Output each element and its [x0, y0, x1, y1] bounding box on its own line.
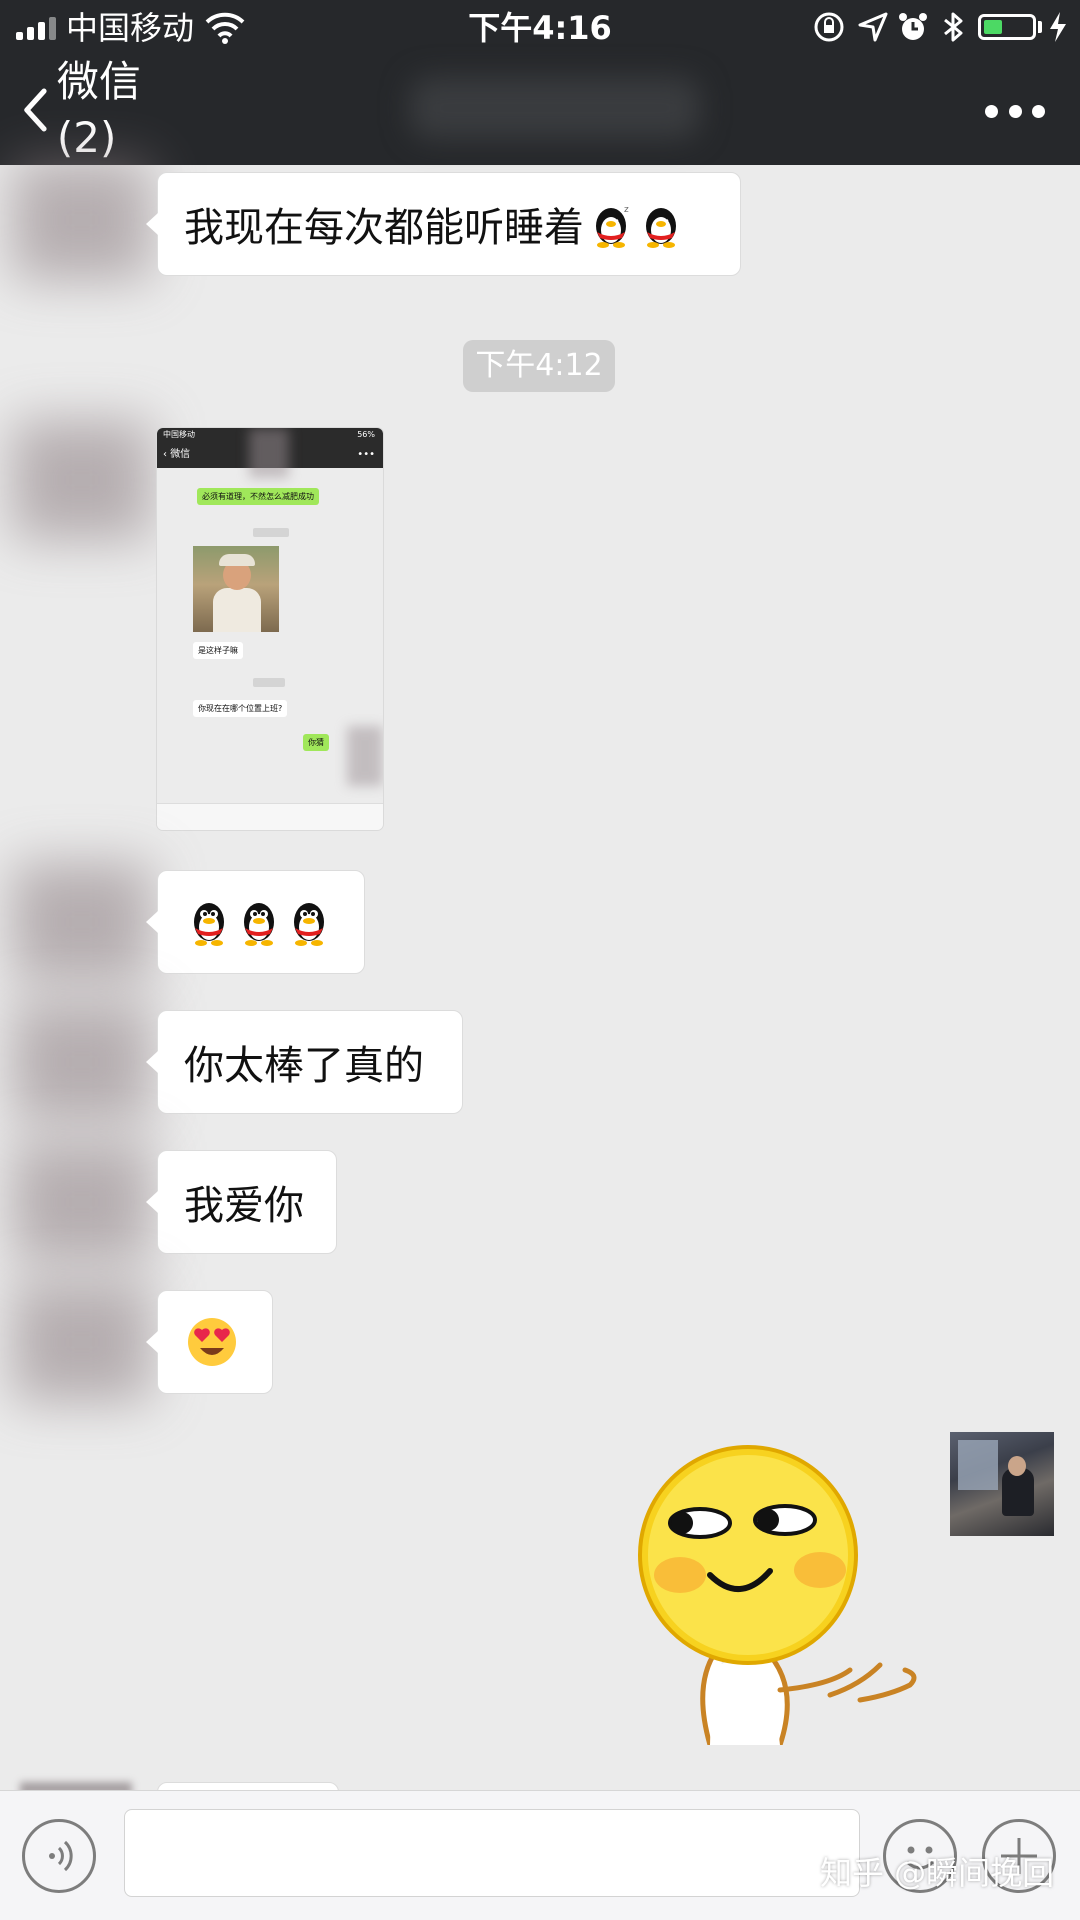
back-label: 微信(2) [56, 57, 141, 162]
emoji-message-bubble[interactable] [146, 870, 365, 974]
voice-icon [49, 1840, 73, 1872]
chat-title-redacted [410, 77, 700, 139]
status-bar: 中国移动 下午4:16 [0, 0, 1080, 55]
message-bubble[interactable]: 我现在每次都能听睡着 z [146, 172, 741, 276]
location-icon [858, 12, 888, 42]
voice-input-button[interactable] [22, 1819, 96, 1893]
message-timestamp: 下午4:12 [463, 340, 615, 392]
message-text: 你太棒了真的 [184, 1043, 424, 1089]
screenshot-image-message[interactable]: 中国移动 56% ‹ 微信 ••• 必须有道理，不然怎么减肥成功 是这样子嘛 你… [157, 428, 383, 830]
screenshot-title-redacted [249, 428, 289, 478]
qq-penguin-icon [294, 903, 324, 946]
battery-icon [978, 14, 1036, 40]
my-avatar[interactable] [950, 1432, 1054, 1536]
bluetooth-icon [944, 12, 963, 42]
alarm-icon [899, 13, 927, 40]
avatar-redacted[interactable] [12, 1002, 152, 1122]
smirk-emoji-sticker[interactable] [630, 1445, 920, 1745]
message-input[interactable] [124, 1809, 860, 1897]
avatar-redacted[interactable] [12, 1142, 152, 1262]
nav-bar: 微信(2) [0, 55, 1080, 165]
qq-penguin-sleepy-icon [646, 208, 676, 248]
qq-penguin-icon [244, 903, 274, 946]
heart-eyes-emoji-icon [188, 1318, 236, 1366]
screenshot-message: 你猜 [303, 734, 329, 751]
battery-fill [984, 20, 1002, 34]
battery-tip [1038, 21, 1042, 33]
back-button[interactable]: 微信(2) [20, 57, 180, 162]
avatar-redacted[interactable] [12, 862, 152, 982]
rotation-lock-icon [814, 12, 844, 42]
message-text: 我现在每次都能听睡着 [184, 205, 584, 251]
qq-penguin-sleepy-icon: z [596, 205, 629, 248]
avatar-redacted[interactable] [12, 160, 152, 280]
screenshot-message: 你现在在哪个位置上班? [193, 700, 288, 717]
more-options-button[interactable] [985, 91, 1045, 131]
charging-icon [1050, 12, 1066, 42]
avatar-redacted[interactable] [12, 1282, 152, 1402]
screenshot-avatar-redacted [347, 726, 383, 786]
screenshot-photo [193, 546, 279, 632]
message-bubble[interactable]: 你太棒了真的 [146, 1010, 463, 1114]
message-text: 我爱你 [184, 1183, 304, 1229]
screenshot-timestamp [253, 528, 289, 537]
chevron-left-icon [24, 88, 47, 132]
screenshot-message: 是这样子嘛 [193, 642, 243, 659]
emoji-message-bubble[interactable] [146, 1290, 273, 1394]
screenshot-message: 必须有道理，不然怎么减肥成功 [197, 488, 319, 505]
message-bubble[interactable]: 我爱你 [146, 1150, 337, 1254]
screenshot-input-bar [157, 803, 383, 830]
watermark: 知乎 @瞬间挽回 [820, 1854, 1055, 1892]
avatar-redacted[interactable] [12, 420, 152, 540]
qq-penguin-icon [194, 903, 224, 946]
screenshot-timestamp [253, 678, 285, 687]
svg-text:z: z [624, 205, 629, 215]
